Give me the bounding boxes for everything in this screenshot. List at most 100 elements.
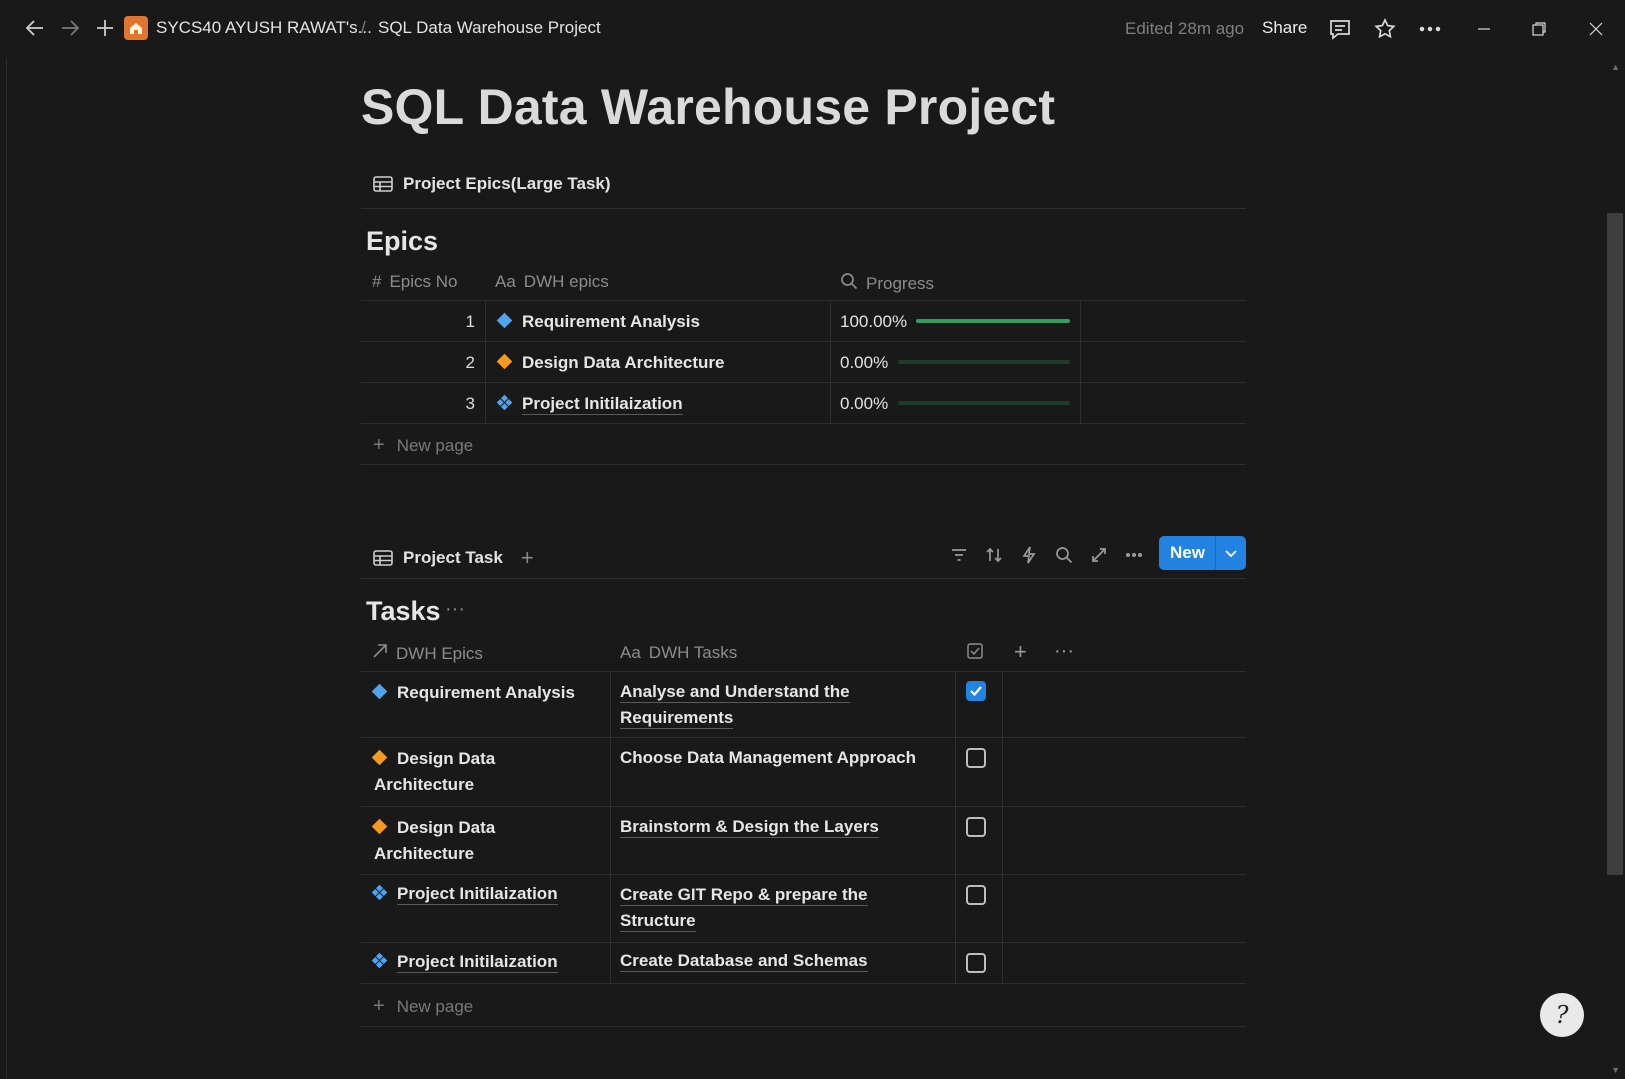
column-header-checkbox[interactable] [966, 642, 984, 660]
new-record-button[interactable]: New [1159, 536, 1246, 570]
task-done-checkbox[interactable] [966, 681, 986, 701]
row-divider [361, 983, 1246, 984]
share-button[interactable]: Share [1262, 18, 1307, 38]
orange-diamond-icon [496, 353, 513, 370]
row-divider [361, 671, 1246, 672]
new-tab-plus-icon[interactable] [91, 14, 119, 42]
task-name-cell[interactable]: Create GIT Repo & prepare the Structure [620, 882, 940, 934]
more-options-icon[interactable] [1416, 15, 1444, 43]
blue-diamond-icon [371, 683, 388, 700]
scroll-down-icon[interactable]: ▼ [1611, 1065, 1620, 1075]
relation-arrow-icon [372, 643, 388, 664]
task-epic-cell[interactable]: Requirement Analysis [371, 680, 599, 706]
task-epic-cell[interactable]: Design Data Architecture [371, 815, 599, 867]
forward-arrow-icon[interactable] [56, 14, 84, 42]
edited-timestamp: Edited 28m ago [1125, 19, 1245, 38]
task-name-cell[interactable]: Choose Data Management Approach [620, 745, 940, 771]
checkbox-property-icon [967, 643, 983, 659]
column-header-dwh-epics[interactable]: DWH Epics [372, 643, 483, 664]
column-header-dwh-epics[interactable]: Aa DWH epics [495, 272, 609, 292]
star-favorite-icon[interactable] [1371, 15, 1399, 43]
blue-grid-diamond-icon [371, 884, 388, 901]
epics-new-page-button[interactable]: + New page [373, 434, 473, 457]
task-name-cell[interactable]: Create Database and Schemas [620, 951, 868, 972]
task-done-checkbox[interactable] [966, 885, 986, 905]
progress-bar [898, 401, 1070, 405]
more-options-icon[interactable] [1122, 543, 1146, 567]
task-done-checkbox[interactable] [966, 953, 986, 973]
more-properties-icon[interactable]: ··· [1054, 640, 1074, 663]
progress-percent: 0.00% [840, 353, 889, 372]
column-header-label: Epics No [389, 272, 458, 291]
automation-lightning-icon[interactable] [1017, 543, 1041, 567]
column-header-dwh-tasks[interactable]: Aa DWH Tasks [620, 643, 737, 663]
task-epic-cell[interactable]: Project Initilaization [371, 884, 558, 905]
task-name-cell[interactable]: Brainstorm & Design the Layers [620, 814, 940, 840]
breadcrumb-workspace[interactable]: SYCS40 AYUSH RAWAT's... [156, 18, 372, 38]
search-icon[interactable] [1052, 543, 1076, 567]
task-done-checkbox[interactable] [966, 748, 986, 768]
row-divider [361, 464, 1246, 465]
sort-icon[interactable] [982, 543, 1006, 567]
scrollbar[interactable]: ▲ ▼ [1605, 58, 1625, 1079]
chevron-down-icon[interactable] [1216, 546, 1246, 560]
epic-name-cell[interactable]: Design Data Architecture [496, 353, 725, 373]
filter-icon[interactable] [947, 543, 971, 567]
column-header-label: DWH Epics [396, 643, 483, 663]
column-header-epics-no[interactable]: # Epics No [372, 272, 458, 292]
add-property-plus-icon[interactable]: + [1014, 639, 1027, 665]
task-name: Create GIT Repo & prepare the Structure [620, 885, 868, 932]
divider [361, 578, 1246, 579]
column-divider [830, 300, 831, 423]
number-property-icon: # [372, 272, 382, 291]
restore-window-icon[interactable] [1525, 15, 1553, 43]
expand-fullscreen-icon[interactable] [1087, 543, 1111, 567]
plus-icon: + [373, 995, 385, 1017]
tasks-title[interactable]: Tasks [366, 596, 441, 627]
epics-no-cell: 2 [465, 353, 475, 372]
column-divider [485, 300, 486, 423]
orange-diamond-icon [371, 749, 388, 766]
task-name-cell[interactable]: Analyse and Understand the Requirements [620, 679, 940, 731]
column-header-progress[interactable]: Progress [840, 272, 934, 295]
task-done-checkbox[interactable] [966, 817, 986, 837]
task-epic-name: Project Initilaization [397, 952, 558, 973]
tasks-view-tab[interactable]: Project Task + [373, 545, 534, 571]
window-left-border [6, 58, 7, 1079]
minimize-window-icon[interactable] [1470, 15, 1498, 43]
page-title[interactable]: SQL Data Warehouse Project [361, 78, 1055, 136]
workspace-home-icon[interactable] [124, 16, 148, 40]
new-page-label: New page [396, 435, 474, 455]
back-arrow-icon[interactable] [21, 14, 49, 42]
epic-name-cell[interactable]: Requirement Analysis [496, 312, 700, 332]
blue-diamond-icon [496, 312, 513, 329]
tasks-more-options-icon[interactable]: ··· [445, 598, 465, 621]
top-bar: SYCS40 AYUSH RAWAT's... / SQL Data Wareh… [0, 0, 1625, 58]
task-epic-cell[interactable]: Project Initilaization [371, 952, 558, 973]
column-divider [955, 671, 956, 983]
add-view-plus-icon[interactable]: + [521, 545, 534, 571]
divider [361, 208, 1246, 209]
row-divider [361, 942, 1246, 943]
scroll-up-icon[interactable]: ▲ [1611, 62, 1620, 72]
row-divider [361, 341, 1246, 342]
epics-no-cell: 1 [465, 312, 475, 331]
epic-name-cell[interactable]: Project Initilaization [496, 394, 683, 415]
plus-icon: + [373, 434, 385, 456]
task-epic-cell[interactable]: Design Data Architecture [371, 746, 599, 798]
column-header-label: DWH epics [523, 272, 609, 291]
epic-name: Design Data Architecture [522, 353, 725, 372]
close-window-icon[interactable] [1582, 15, 1610, 43]
row-divider [361, 300, 1246, 301]
progress-percent: 100.00% [840, 312, 908, 331]
task-epic-name: Project Initilaization [397, 884, 558, 905]
tasks-new-page-button[interactable]: + New page [373, 995, 473, 1018]
help-question-icon[interactable]: ? [1540, 993, 1584, 1037]
breadcrumb-page[interactable]: SQL Data Warehouse Project [378, 18, 601, 38]
epics-view-tab[interactable]: Project Epics(Large Task) [373, 174, 611, 194]
task-epic-name: Design Data Architecture [374, 818, 496, 863]
row-divider [361, 1026, 1246, 1027]
comments-icon[interactable] [1326, 15, 1354, 43]
scrollbar-thumb[interactable] [1607, 213, 1623, 875]
epics-title[interactable]: Epics [366, 226, 438, 257]
